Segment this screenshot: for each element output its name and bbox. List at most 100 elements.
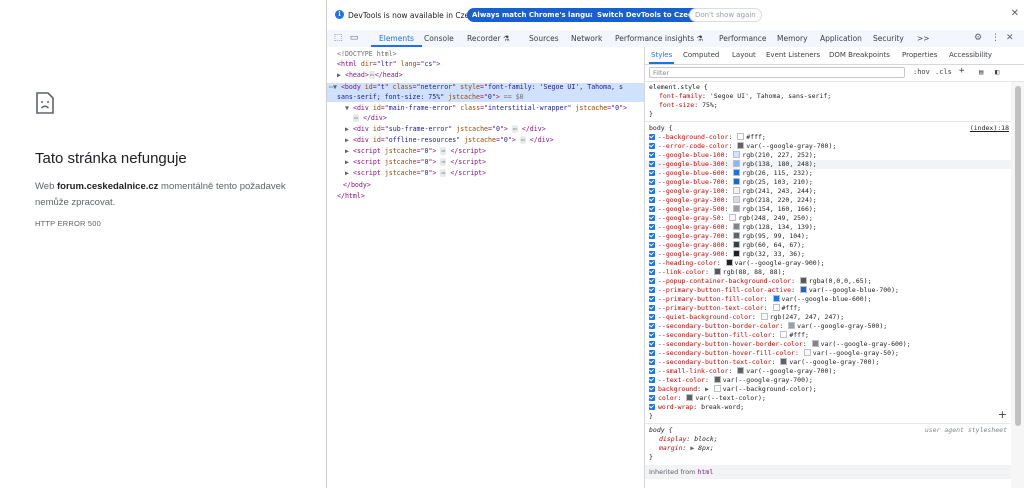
property-name[interactable]: --google-blue-300 — [658, 160, 725, 168]
color-swatch-icon[interactable] — [686, 394, 694, 401]
collapsed-ellipsis[interactable]: ⋯ — [368, 71, 375, 79]
subtab-layout[interactable]: Layout — [732, 47, 756, 64]
always-match-language-button[interactable]: Always match Chrome's language — [467, 8, 610, 22]
collapsed-ellipsis[interactable]: ⋯ — [353, 114, 359, 122]
checkbox-checked-icon[interactable] — [649, 179, 655, 185]
tab-console[interactable]: Console — [424, 30, 454, 47]
tab-elements[interactable]: Elements — [371, 30, 422, 47]
checkbox-checked-icon[interactable] — [649, 152, 655, 158]
checkbox-checked-icon[interactable] — [649, 377, 655, 383]
property-name[interactable]: --google-gray-600 — [658, 223, 725, 231]
tab-performance[interactable]: Performance — [719, 30, 767, 47]
head-node[interactable]: ▶ <head>⋯</head> — [337, 71, 403, 79]
body-node[interactable]: ⋯▼ <body id="t" class="neterror" style="… — [329, 83, 623, 91]
property-name[interactable]: --google-gray-100 — [658, 187, 725, 195]
checkbox-checked-icon[interactable] — [649, 305, 655, 311]
property-value[interactable]: rgb(241, 243, 244); — [742, 187, 816, 195]
styles-filter-input[interactable]: Filter — [649, 67, 905, 78]
property-value[interactable]: var(--google-gray-700); — [746, 367, 836, 375]
property-name[interactable]: --primary-button-text-color — [658, 304, 764, 312]
property-name[interactable]: --google-gray-300 — [658, 196, 725, 204]
property-value[interactable]: var(--google-gray-500); — [797, 322, 887, 330]
checkbox-checked-icon[interactable] — [649, 314, 655, 320]
property-name[interactable]: --secondary-button-fill-color — [658, 331, 772, 339]
checkbox-checked-icon[interactable] — [649, 368, 655, 374]
color-swatch-icon[interactable] — [780, 358, 788, 365]
html-close-node[interactable]: </html> — [337, 192, 365, 200]
offline-node[interactable]: ▶ <div id="offline-resources" jstcache="… — [345, 136, 554, 144]
property-name[interactable]: font-family — [659, 92, 702, 100]
checkbox-checked-icon[interactable] — [649, 206, 655, 212]
tab-network[interactable]: Network — [571, 30, 602, 47]
collapsed-ellipsis[interactable]: ⋯ — [511, 125, 518, 133]
property-name[interactable]: --primary-button-fill-color — [658, 295, 764, 303]
tab-security[interactable]: Security — [873, 30, 904, 47]
property-value[interactable]: rgb(138, 180, 248); — [742, 160, 816, 168]
sub-frame-node[interactable]: ▶ <div id="sub-frame-error" jstcache="0"… — [345, 125, 546, 133]
color-swatch-icon[interactable] — [713, 376, 721, 383]
color-swatch-icon[interactable] — [737, 133, 745, 140]
inherited-tag-link[interactable]: html — [698, 468, 714, 476]
checkbox-checked-icon[interactable] — [649, 395, 655, 401]
script-node[interactable]: ▶ <script jstcache="0"> ⋯ </script> — [345, 169, 486, 177]
subtab-dom-breakpoints[interactable]: DOM Breakpoints — [829, 47, 890, 64]
subtab-event-listeners[interactable]: Event Listeners — [766, 47, 820, 64]
property-name[interactable]: --google-gray-700 — [658, 232, 725, 240]
property-value[interactable]: rgb(210, 227, 252); — [742, 151, 816, 159]
property-name[interactable]: --secondary-button-border-color — [658, 322, 779, 330]
property-value[interactable]: 75%; — [702, 101, 718, 109]
color-swatch-icon[interactable] — [733, 151, 741, 158]
property-name[interactable]: --secondary-button-hover-fill-color — [658, 349, 795, 357]
property-name[interactable]: --primary-button-fill-color-active — [658, 286, 791, 294]
property-value[interactable]: #fff; — [789, 331, 809, 339]
property-value[interactable]: break-word; — [701, 403, 744, 411]
property-value[interactable]: var(--google-gray-700); — [723, 376, 813, 384]
main-frame-close[interactable]: ⋯ </div> — [353, 114, 387, 122]
property-value[interactable]: rgb(128, 134, 139); — [742, 223, 816, 231]
property-name[interactable]: --secondary-button-hover-border-color — [658, 340, 803, 348]
property-name[interactable]: word-wrap — [658, 403, 693, 411]
subtab-properties[interactable]: Properties — [902, 47, 937, 64]
property-name[interactable]: --google-blue-700 — [658, 178, 725, 186]
color-swatch-icon[interactable] — [729, 214, 737, 221]
checkbox-checked-icon[interactable] — [649, 134, 655, 140]
property-value[interactable]: var(--google-blue-700); — [809, 286, 899, 294]
color-swatch-icon[interactable] — [733, 232, 741, 239]
color-swatch-icon[interactable] — [733, 160, 741, 167]
html-node[interactable]: <html dir="ltr" lang="cs"> — [337, 60, 440, 68]
property-value[interactable]: rgb(60, 64, 67); — [742, 241, 805, 249]
property-value[interactable]: var(--google-blue-600); — [782, 295, 872, 303]
expand-triangle-icon[interactable]: ▶ — [345, 158, 349, 166]
property-name[interactable]: --google-gray-800 — [658, 241, 725, 249]
property-value[interactable]: rgb(88, 88, 88); — [723, 268, 786, 276]
property-value[interactable]: #fff; — [746, 133, 766, 141]
subtab-styles[interactable]: Styles — [649, 47, 675, 64]
property-name[interactable]: --google-blue-100 — [658, 151, 725, 159]
color-swatch-icon[interactable] — [733, 250, 741, 257]
property-name[interactable]: --secondary-button-text-color — [658, 358, 772, 366]
body-node-cont[interactable]: sans-serif; font-size: 75%" jstcache="0"… — [337, 93, 524, 101]
color-swatch-icon[interactable] — [737, 367, 745, 374]
property-value[interactable]: rgb(248, 249, 250); — [738, 214, 812, 222]
checkbox-checked-icon[interactable] — [649, 332, 655, 338]
property-name[interactable]: --small-link-color — [658, 367, 728, 375]
property-value[interactable]: var(--google-gray-700); — [746, 142, 836, 150]
tab-application[interactable]: Application — [820, 30, 862, 47]
color-swatch-icon[interactable] — [713, 385, 721, 392]
script-node[interactable]: ▶ <script jstcache="0"> ⋯ </script> — [345, 147, 486, 155]
color-swatch-icon[interactable] — [760, 313, 768, 320]
more-options-icon[interactable]: ⋮ — [991, 33, 1000, 43]
checkbox-checked-icon[interactable] — [649, 188, 655, 194]
checkbox-checked-icon[interactable] — [649, 341, 655, 347]
color-swatch-icon[interactable] — [811, 340, 819, 347]
main-frame-node[interactable]: ▼ <div id="main-frame-error" class="inte… — [345, 104, 627, 112]
tab-performance-insights[interactable]: Performance insights ⚗ — [615, 30, 703, 47]
color-swatch-icon[interactable] — [799, 286, 807, 293]
property-value[interactable]: #fff; — [782, 304, 802, 312]
property-value[interactable]: rgb(154, 160, 166); — [742, 205, 816, 213]
class-toggle[interactable]: .cls — [935, 68, 952, 76]
checkbox-checked-icon[interactable] — [649, 215, 655, 221]
property-name[interactable]: font-size — [659, 101, 694, 109]
script-node[interactable]: ▶ <script jstcache="0"> ⋯ </script> — [345, 158, 486, 166]
color-swatch-icon[interactable] — [733, 178, 741, 185]
